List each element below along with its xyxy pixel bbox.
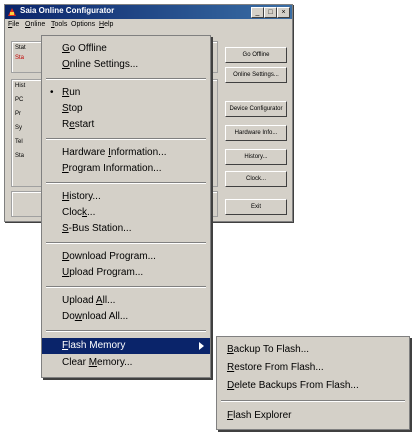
- label-key: S: [62, 103, 69, 114]
- clock-button[interactable]: Clock...: [225, 171, 287, 187]
- system-label: Sy: [15, 125, 23, 131]
- label-pre: Cloc: [62, 207, 83, 218]
- label-post: nformation...: [110, 147, 167, 158]
- menu-item-program-information[interactable]: Program Information...: [42, 161, 210, 177]
- label-post: -Bus Station...: [68, 223, 132, 234]
- label-key: G: [62, 43, 70, 54]
- menu-separator: [46, 182, 206, 184]
- label-key: B: [227, 344, 234, 355]
- menu-bar: File Online Tools Options Help: [5, 20, 292, 32]
- label-pre: Do: [62, 311, 75, 322]
- menu-item-online-settings[interactable]: Online Settings...: [42, 57, 210, 73]
- menu-separator: [46, 286, 206, 288]
- window-title: Saia Online Configurator: [20, 6, 115, 15]
- online-settings-button[interactable]: Online Settings...: [225, 67, 287, 83]
- label-post: un: [69, 87, 81, 98]
- menu-help[interactable]: Help: [99, 21, 113, 28]
- menu-options-rest: Options: [71, 21, 96, 28]
- label-post: estore From Flash...: [234, 362, 324, 373]
- submenu-item-flash-explorer[interactable]: Flash Explorer: [217, 407, 409, 425]
- submenu-item-backup-to-flash[interactable]: Backup To Flash...: [217, 341, 409, 359]
- menu-tools-rest: ools: [54, 21, 68, 28]
- online-dropdown-menu: Go Offline Online Settings... • Run Stop …: [41, 35, 211, 378]
- telegram-label: Tel: [15, 139, 23, 145]
- menu-item-download-all[interactable]: Download All...: [42, 309, 210, 325]
- label-post: elete Backups From Flash...: [234, 380, 359, 391]
- submenu-arrow-icon: [199, 342, 204, 350]
- label-key: O: [62, 59, 70, 70]
- menu-file[interactable]: File: [8, 21, 19, 28]
- close-button[interactable]: ×: [277, 7, 290, 18]
- menu-separator: [46, 78, 206, 80]
- history-label: Hist: [15, 83, 26, 89]
- label-post: pload Program...: [69, 267, 144, 278]
- label-key: S: [62, 223, 69, 234]
- menu-item-clock[interactable]: Clock...: [42, 205, 210, 221]
- menu-options[interactable]: Options: [71, 21, 95, 28]
- label-post: emory...: [97, 357, 133, 368]
- menu-online[interactable]: Online: [25, 21, 45, 28]
- station-label: Sta: [15, 153, 25, 159]
- label-post: top: [68, 103, 83, 114]
- menu-item-clear-memory[interactable]: Clear Memory...: [42, 355, 210, 371]
- menu-file-rest: ile: [12, 21, 20, 28]
- label-post: o Offline: [69, 43, 107, 54]
- label-post: start: [74, 119, 95, 130]
- label-pre: Upload: [62, 295, 96, 306]
- menu-item-flash-memory[interactable]: Flash Memory: [42, 338, 210, 354]
- menu-item-upload-all[interactable]: Upload All...: [42, 293, 210, 309]
- label-post: rogram Information...: [68, 163, 162, 174]
- label-post: istory...: [69, 191, 101, 202]
- menu-item-hardware-information[interactable]: Hardware Information...: [42, 145, 210, 161]
- label-key: A: [95, 295, 103, 306]
- label-post: lash Explorer: [233, 410, 292, 421]
- go-offline-button[interactable]: Go Offline: [225, 47, 287, 63]
- menu-item-history[interactable]: History...: [42, 189, 210, 205]
- history-button[interactable]: History...: [225, 149, 287, 165]
- menu-separator: [46, 330, 206, 332]
- submenu-separator: [221, 400, 405, 402]
- label-key: M: [88, 357, 98, 368]
- menu-tools[interactable]: Tools: [51, 21, 67, 28]
- menu-item-download-program[interactable]: Download Program...: [42, 249, 210, 265]
- device-configurator-button[interactable]: Device Configurator: [225, 101, 287, 117]
- menu-online-rest: nline: [30, 21, 46, 28]
- label-post: ll...: [102, 295, 116, 306]
- menu-separator: [46, 242, 206, 244]
- app-icon: [8, 8, 16, 16]
- menu-item-go-offline[interactable]: Go Offline: [42, 41, 210, 57]
- status-label: Stat: [15, 45, 26, 51]
- label-post: ...: [87, 207, 96, 218]
- menu-item-run[interactable]: • Run: [42, 85, 210, 101]
- label-post: lash Memory: [68, 340, 126, 351]
- menu-item-sbus-station[interactable]: S-Bus Station...: [42, 221, 210, 237]
- maximize-button[interactable]: □: [264, 7, 277, 18]
- label-post: nline Settings...: [69, 59, 139, 70]
- label-pre: Clear: [62, 357, 89, 368]
- label-post: ownload Program...: [69, 251, 156, 262]
- menu-help-rest: elp: [104, 21, 114, 28]
- menu-separator: [46, 138, 206, 140]
- menu-item-stop[interactable]: Stop: [42, 101, 210, 117]
- exit-button[interactable]: Exit: [225, 199, 287, 215]
- title-bar[interactable]: Saia Online Configurator _ □ ×: [5, 5, 292, 19]
- menu-item-upload-program[interactable]: Upload Program...: [42, 265, 210, 281]
- bullet-icon: •: [50, 87, 54, 98]
- label-post: nload All...: [82, 311, 129, 322]
- submenu-item-delete-backups[interactable]: Delete Backups From Flash...: [217, 377, 409, 395]
- pc-label: PC: [15, 97, 24, 103]
- label-post: ackup To Flash...: [233, 344, 310, 355]
- label-key: w: [74, 311, 83, 322]
- submenu-item-restore-from-flash[interactable]: Restore From Flash...: [217, 359, 409, 377]
- menu-item-restart[interactable]: Restart: [42, 117, 210, 133]
- flash-memory-submenu: Backup To Flash... Restore From Flash...…: [216, 336, 410, 430]
- status-value: Sta: [15, 55, 25, 61]
- program-label: Pr: [15, 111, 21, 117]
- label-pre: Hardware: [62, 147, 109, 158]
- hardware-info-button[interactable]: Hardware Info...: [225, 125, 287, 141]
- label-key: P: [62, 163, 69, 174]
- minimize-button[interactable]: _: [251, 7, 264, 18]
